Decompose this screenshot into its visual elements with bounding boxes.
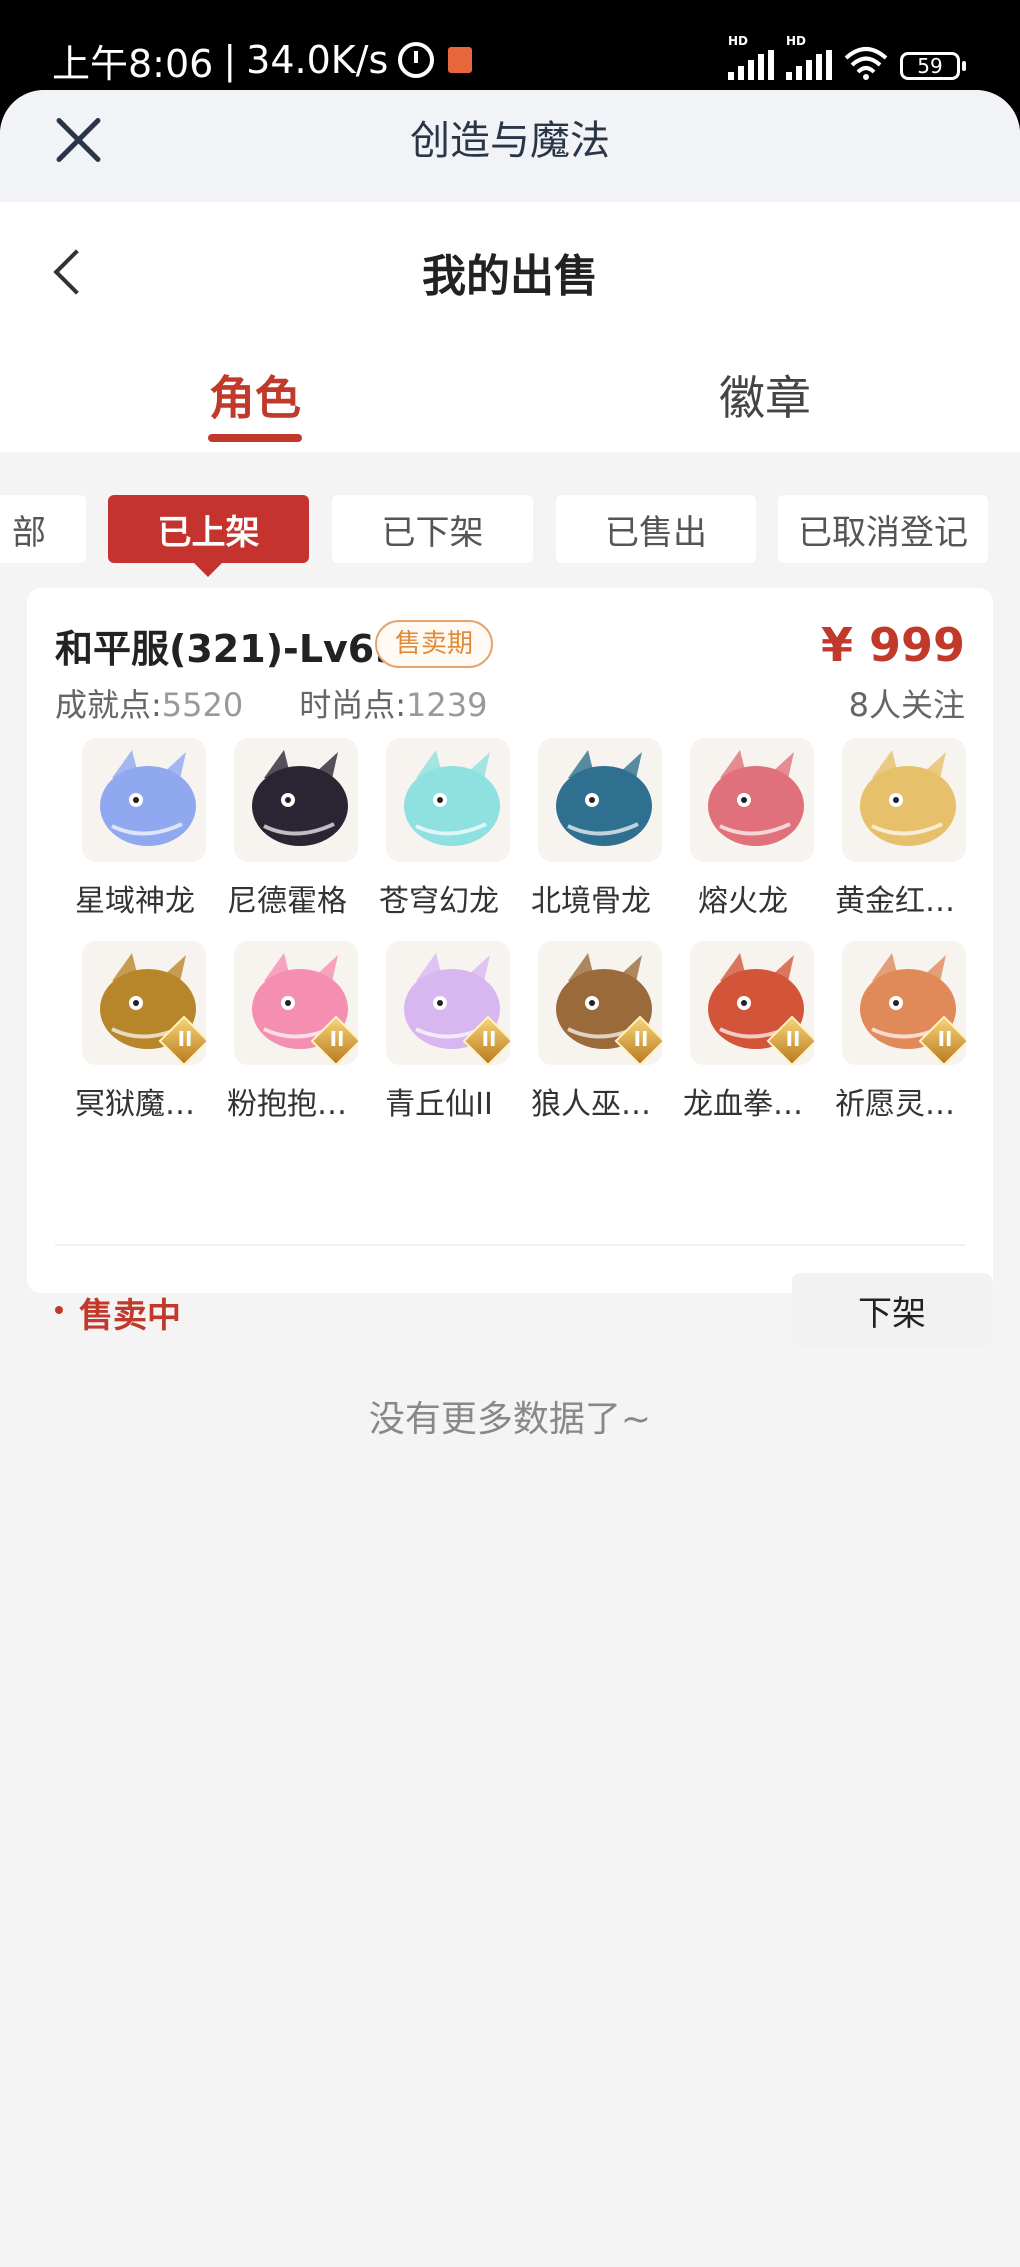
alarm-icon xyxy=(398,42,435,78)
status-bar: 上午8:06 | 34.0K/s HD HD 59 xyxy=(0,0,1020,90)
battery-icon: 59 xyxy=(900,52,966,80)
status-separator: | xyxy=(223,38,237,82)
filter-listed[interactable]: 已上架 xyxy=(108,495,309,577)
wolf-icon xyxy=(538,941,662,1065)
signal-hd-label: HD xyxy=(728,34,749,48)
dragon-icon xyxy=(690,738,814,862)
filter-chips: 部 已上架 已下架 已售出 已取消登记 xyxy=(0,495,1020,577)
signal-icon: HD xyxy=(728,34,774,80)
achievement-value: 5520 xyxy=(161,686,244,724)
status-right: HD HD 59 xyxy=(728,34,966,80)
app-notification-icon xyxy=(448,47,473,73)
no-more-data: 没有更多数据了~ xyxy=(368,1399,652,1440)
dragon-icon xyxy=(538,738,662,862)
beast-icon xyxy=(82,941,206,1065)
bottom-sheet: 创造与魔法 我的出售 角色 徽章 部 已上架 已下架 已售出 已取消登记 和平服… xyxy=(0,90,1020,2267)
page-title: 我的出售 xyxy=(422,251,598,302)
pet-name: 尼德霍格 xyxy=(227,884,347,919)
price: ¥ 999 xyxy=(820,618,965,672)
fashion-points: 时尚点:1239 xyxy=(299,680,487,726)
server-level: 和平服(321)-Lv69 xyxy=(55,627,401,671)
pet-name: 粉抱抱… xyxy=(227,1087,347,1122)
fashion-value: 1239 xyxy=(406,686,488,724)
achievement-points: 成就点:5520 xyxy=(55,680,243,726)
pet-name: 熔火龙 xyxy=(698,884,788,919)
selling-status: 售卖中 xyxy=(79,1296,181,1336)
active-tab-indicator xyxy=(208,434,302,442)
sheet-header: 创造与魔法 xyxy=(0,90,1020,202)
pet-name: 龙血拳… xyxy=(683,1087,803,1122)
fox-spirit-icon xyxy=(386,941,510,1065)
pet-name: 星域神龙 xyxy=(75,884,195,919)
divider xyxy=(55,1244,965,1246)
signal-hd-label: HD xyxy=(786,34,807,48)
status-badge: 售卖期 xyxy=(375,620,494,668)
beast-icon xyxy=(690,941,814,1065)
status-dot xyxy=(55,1306,63,1314)
network-speed: 34.0K/s xyxy=(246,38,389,82)
signal-icon: HD xyxy=(786,34,832,80)
filter-all[interactable]: 部 xyxy=(0,495,86,563)
tab-role[interactable]: 角色 xyxy=(200,362,310,428)
follower-count: 8人关注 xyxy=(848,686,965,724)
delist-button[interactable]: 下架 xyxy=(792,1273,992,1347)
status-left: 上午8:06 | 34.0K/s xyxy=(52,30,473,90)
pet-name: 青丘仙II xyxy=(385,1087,493,1122)
page-nav: 我的出售 角色 徽章 xyxy=(0,202,1020,452)
dragon-icon xyxy=(386,738,510,862)
listing-stats: 成就点:5520 时尚点:1239 xyxy=(55,680,487,726)
pet-name: 黄金红… xyxy=(835,884,955,919)
filter-sold[interactable]: 已售出 xyxy=(556,495,756,563)
bear-icon xyxy=(234,941,358,1065)
fashion-label: 时尚点: xyxy=(299,686,407,724)
dragon-icon xyxy=(234,738,358,862)
dragon-icon xyxy=(82,738,206,862)
pet-name: 北境骨龙 xyxy=(531,884,651,919)
pet-name: 冥狱魔… xyxy=(75,1087,195,1122)
dragon-icon xyxy=(842,738,966,862)
sheet-title: 创造与魔法 xyxy=(410,118,610,164)
tab-badge[interactable]: 徽章 xyxy=(710,362,820,428)
clock: 上午8:06 xyxy=(52,41,214,86)
achievement-label: 成就点: xyxy=(55,686,162,724)
pet-name: 苍穹幻龙 xyxy=(379,884,499,919)
filter-delisted[interactable]: 已下架 xyxy=(332,495,533,563)
wifi-icon xyxy=(844,46,888,80)
pet-name: 狼人巫… xyxy=(531,1087,651,1122)
listing-card[interactable]: 和平服(321)-Lv69 售卖期 ¥ 999 成就点:5520 时尚点:123… xyxy=(27,588,993,1347)
bird-icon xyxy=(842,941,966,1065)
filter-cancelled[interactable]: 已取消登记 xyxy=(778,495,988,563)
pet-name: 祈愿灵… xyxy=(835,1087,955,1122)
